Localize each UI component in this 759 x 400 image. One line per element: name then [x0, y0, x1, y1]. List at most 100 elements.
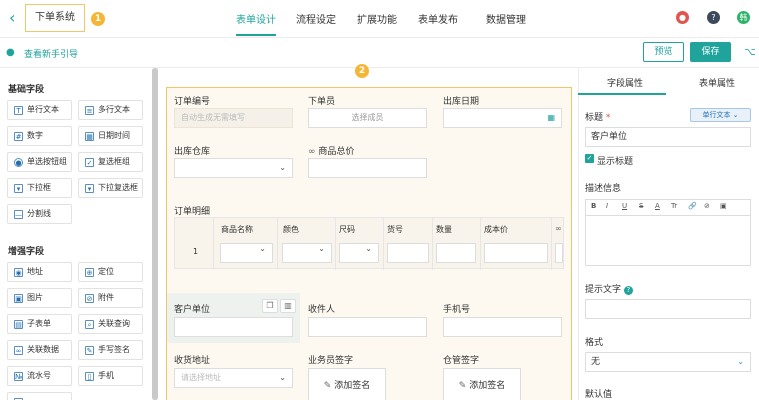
cell-color-select[interactable]: ⌄ — [282, 243, 332, 263]
checkbox-icon: ✓ — [85, 158, 94, 167]
rich-text-toolbar: B I U S A Tr 🔗 ⊘ ▣ — [585, 199, 751, 216]
chevron-down-icon: ⌄ — [259, 244, 266, 253]
show-title-checkbox[interactable]: ✓ — [585, 154, 594, 163]
default-value-label: 默认值 — [585, 390, 613, 400]
palette-item-related-query[interactable]: ⌕ 关联查询 — [78, 314, 143, 334]
text-icon: T — [14, 106, 23, 115]
underline-icon[interactable]: U — [622, 202, 627, 210]
pen-icon: ✎ — [458, 381, 470, 391]
chevron-down-icon: ⌄ — [737, 357, 744, 366]
back-chevron-icon[interactable]: ‹ — [9, 9, 23, 27]
palette-item-serial[interactable]: № 流水号 — [7, 366, 72, 386]
link-icon: ∞ — [14, 346, 23, 355]
palette-item-mobile[interactable]: ▯ 手机 — [78, 366, 143, 386]
palette-item-subform[interactable]: ▤ 子表单 — [7, 314, 72, 334]
cell-product-select[interactable]: ⌄ — [220, 243, 273, 263]
keeper-sign-button[interactable]: ✎ 添加签名 — [443, 368, 521, 400]
warehouse-select[interactable]: ⌄ — [174, 158, 293, 178]
tab-data-management[interactable]: 数据管理 — [486, 11, 526, 26]
phone-input[interactable] — [443, 317, 562, 337]
label-warehouse: 出库仓库 — [174, 147, 211, 157]
cell-extra-input[interactable] — [555, 243, 563, 263]
notification-bell-icon[interactable]: ● — [676, 11, 689, 24]
tab-form-design[interactable]: 表单设计 — [236, 11, 276, 26]
trash-icon[interactable]: ▥ — [280, 299, 296, 313]
font-size-icon[interactable]: Tr — [671, 202, 677, 210]
image-icon[interactable]: ▣ — [720, 202, 727, 210]
format-select[interactable]: 无 ⌄ — [585, 352, 751, 372]
app-name-box[interactable]: 下单系统 — [25, 4, 85, 32]
customer-input[interactable] — [174, 317, 293, 337]
title-input[interactable]: 客户单位 — [585, 127, 751, 147]
help-icon: ? — [623, 286, 633, 295]
palette-item-multi-select[interactable]: ▾ 下拉复选框 — [78, 178, 143, 198]
table-col-divider — [277, 218, 278, 270]
radio-icon: ● — [14, 158, 23, 167]
receiver-input[interactable] — [308, 317, 427, 337]
preview-button[interactable]: 预览 — [643, 42, 684, 62]
palette-item-number[interactable]: # 数字 — [7, 126, 72, 146]
palette-item-datetime[interactable]: ▦ 日期时间 — [78, 126, 143, 146]
field-type-dropdown[interactable]: 单行文本 ⌄ — [690, 108, 751, 122]
tab-publish[interactable]: 表单发布 — [418, 11, 458, 26]
palette-item-divider[interactable]: — 分割线 — [7, 204, 72, 224]
cell-cost-input[interactable] — [484, 243, 548, 263]
active-tab-underline — [236, 34, 276, 36]
salesman-sign-button[interactable]: ✎ 添加签名 — [308, 368, 386, 400]
palette-item-radio[interactable]: ● 单选按钮组 — [7, 152, 72, 172]
format-label: 格式 — [585, 338, 604, 348]
tab-process[interactable]: 流程设定 — [296, 11, 336, 26]
palette-item-single-text[interactable]: T 单行文本 — [7, 100, 72, 120]
total-price-input[interactable] — [308, 158, 427, 178]
th-size: 尺码 — [339, 225, 355, 234]
tab-field-properties[interactable]: 字段属性 — [607, 76, 643, 89]
table-col-divider — [480, 218, 481, 270]
address-select[interactable]: 请选择地址 ⌄ — [174, 368, 293, 388]
strikethrough-icon[interactable]: S — [639, 202, 643, 210]
save-button[interactable]: 保存 — [690, 42, 731, 62]
palette-item-more[interactable]: … — [7, 392, 72, 400]
tab-form-properties[interactable]: 表单属性 — [699, 76, 735, 89]
palette-item-address[interactable]: ◉ 地址 — [7, 262, 72, 282]
order-no-input[interactable]: 自动生成无需填写 — [174, 108, 293, 128]
palette-item-checkbox[interactable]: ✓ 复选框组 — [78, 152, 143, 172]
palette-item-location[interactable]: ⊕ 定位 — [78, 262, 143, 282]
chevron-down-icon: ⌄ — [279, 373, 286, 382]
lightbulb-icon: ● — [6, 47, 15, 58]
hint-input[interactable] — [585, 299, 751, 319]
label-orderer: 下单员 — [308, 97, 336, 107]
cell-size-select[interactable]: ⌄ — [339, 243, 379, 263]
palette-item-signature[interactable]: ✎ 手写签名 — [78, 340, 143, 360]
orderer-input[interactable]: 选择成员 — [308, 108, 427, 128]
step-badge-2: 2 — [355, 64, 369, 78]
guide-link[interactable]: 查看新手引导 — [24, 47, 78, 60]
palette-item-multi-text[interactable]: ≡ 多行文本 — [78, 100, 143, 120]
palette-item-image[interactable]: ▣ 图片 — [7, 288, 72, 308]
out-date-input[interactable]: ▦ — [443, 108, 562, 128]
th-quantity: 数量 — [436, 225, 452, 234]
bold-icon[interactable]: B — [591, 202, 596, 210]
help-icon[interactable]: ? — [707, 11, 720, 24]
font-color-icon[interactable]: A — [655, 202, 660, 210]
user-avatar[interactable]: 韩 — [737, 11, 750, 24]
title-label: 标题 * — [585, 113, 611, 123]
cell-quantity-input[interactable] — [436, 243, 476, 263]
link-icon[interactable]: 🔗 — [688, 202, 697, 210]
italic-icon[interactable]: I — [606, 202, 608, 210]
unlink-icon[interactable]: ⊘ — [704, 202, 710, 210]
label-address: 收货地址 — [174, 356, 211, 366]
cell-sku-input[interactable] — [387, 243, 429, 263]
active-panel-tab-underline — [578, 93, 666, 95]
palette-item-attachment[interactable]: ⊘ 附件 — [78, 288, 143, 308]
basic-fields-title: 基础字段 — [8, 85, 45, 95]
share-icon[interactable]: ⌥ — [744, 47, 756, 58]
label-customer: 客户单位 — [174, 305, 211, 315]
tab-extensions[interactable]: 扩展功能 — [357, 11, 397, 26]
palette-item-select[interactable]: ▾ 下拉框 — [7, 178, 72, 198]
calendar-icon: ▦ — [547, 113, 555, 122]
palette-scrollbar[interactable] — [152, 68, 158, 400]
table-col-divider — [213, 218, 214, 270]
palette-item-related-data[interactable]: ∞ 关联数据 — [7, 340, 72, 360]
copy-icon[interactable]: ❐ — [262, 299, 278, 313]
description-editor[interactable] — [585, 216, 751, 266]
